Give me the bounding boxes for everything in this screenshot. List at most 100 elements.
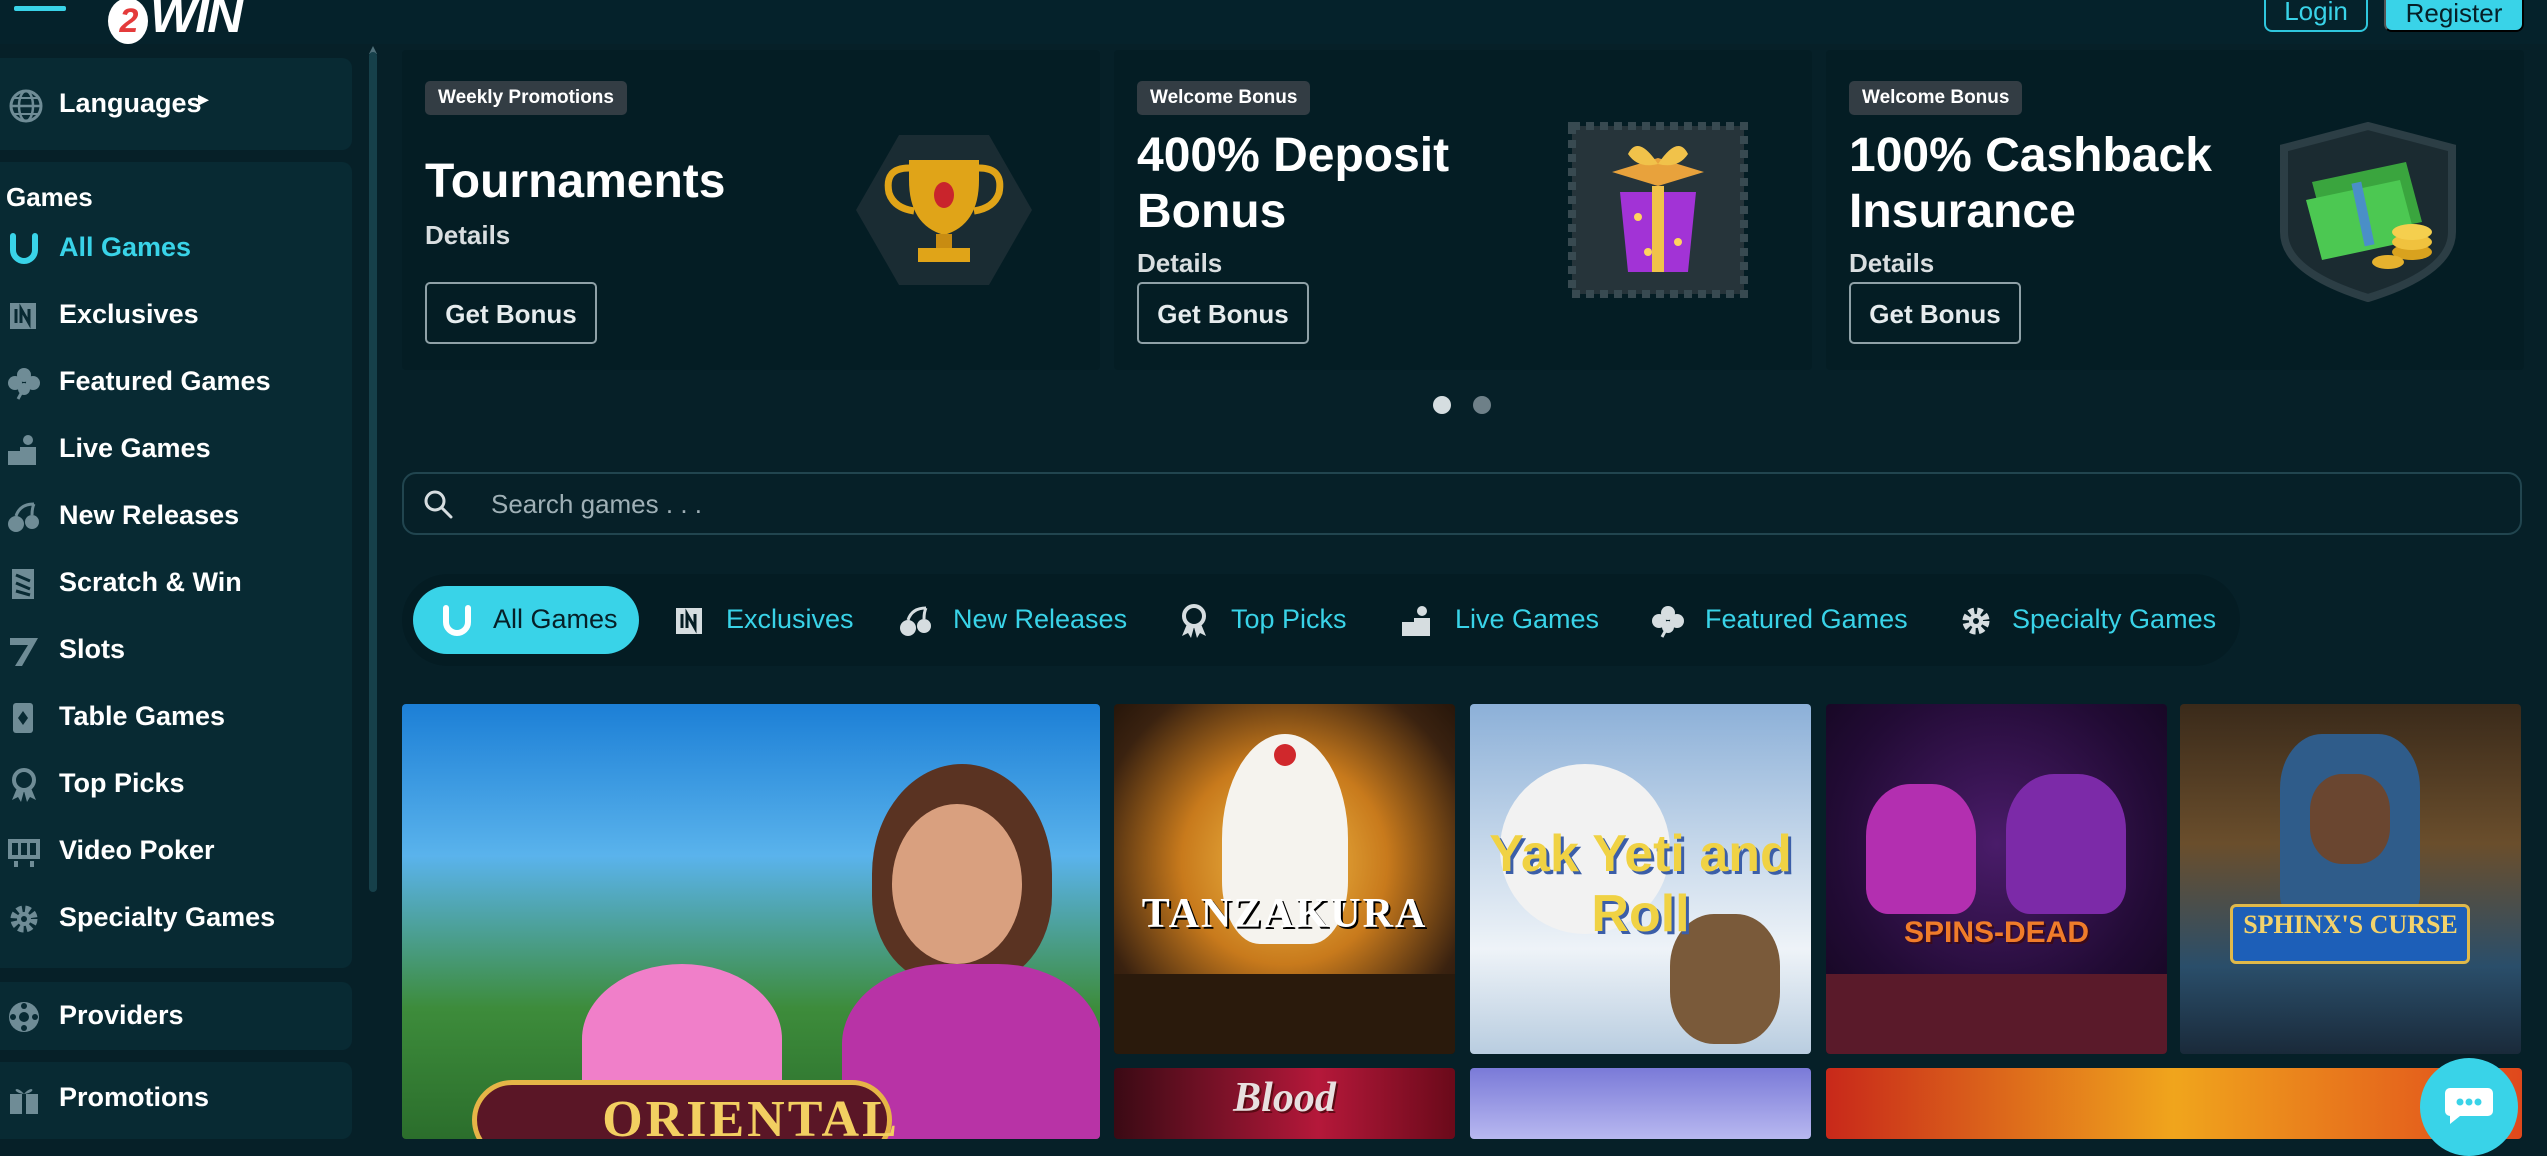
tab-featured-games[interactable]: Featured Games: [1650, 586, 1910, 654]
games-menu: Games All Games Exclusives Featured Game…: [0, 162, 352, 968]
game-tile-tanzakura[interactable]: TANZAKURA: [1114, 704, 1455, 1054]
sidebar-scrollbar[interactable]: [369, 52, 377, 892]
award-ribbon-icon: [1182, 604, 1206, 638]
clover-icon: [8, 368, 40, 400]
promotions-label: Promotions: [59, 1082, 210, 1112]
tab-all-games[interactable]: All Games: [413, 586, 639, 654]
sidebar-item-label: Video Poker: [59, 835, 215, 865]
tab-live-games[interactable]: Live Games: [1400, 586, 1600, 654]
horseshoe-icon: [10, 233, 38, 264]
top-bar: 2 WIN Login Register: [0, 0, 2547, 44]
tab-label: Exclusives: [726, 604, 854, 634]
caret-right-icon: ▸: [198, 86, 210, 111]
get-bonus-button[interactable]: Get Bonus: [1137, 282, 1309, 344]
get-bonus-button[interactable]: Get Bonus: [425, 282, 597, 344]
trophy-icon: [856, 135, 1032, 285]
promo-title: Tournaments: [425, 155, 726, 208]
sidebar-item-table-games[interactable]: Table Games: [0, 695, 352, 739]
category-tabs: All Games Exclusives New Releases Top Pi…: [402, 574, 2240, 666]
game-tile-oriental[interactable]: ORIENTAL: [402, 704, 1100, 1139]
tab-top-picks[interactable]: Top Picks: [1176, 586, 1356, 654]
providers-label: Providers: [59, 1000, 184, 1030]
sidebar-item-slots[interactable]: Slots: [0, 628, 352, 672]
game-tile-sphinxs-curse[interactable]: SPHINX'S CURSE: [2180, 704, 2521, 1054]
register-button[interactable]: Register: [2384, 0, 2524, 32]
gift-icon: [10, 1089, 38, 1114]
tab-label: Live Games: [1455, 604, 1600, 634]
login-button[interactable]: Login: [2264, 0, 2368, 32]
exclusive-icon: [676, 608, 702, 634]
carousel-dot-1[interactable]: [1433, 396, 1451, 414]
sidebar-item-featured-games[interactable]: Featured Games: [0, 360, 352, 404]
sidebar-item-label: Slots: [59, 634, 126, 664]
cherries-icon: [900, 606, 931, 636]
game-tile-yak-yeti-and-roll[interactable]: Yak Yeti and Roll: [1470, 704, 1811, 1054]
sidebar-item-new-releases[interactable]: New Releases: [0, 494, 352, 538]
exclusive-icon: [10, 303, 36, 329]
sidebar-item-exclusives[interactable]: Exclusives: [0, 293, 352, 337]
sidebar: Languages ▸ Games All Games Exclusives F…: [0, 44, 355, 1139]
get-bonus-button[interactable]: Get Bonus: [1849, 282, 2021, 344]
tab-label: Top Picks: [1231, 604, 1347, 634]
search-bar: [402, 472, 2522, 535]
site-logo[interactable]: 2 WIN: [108, 0, 243, 44]
sidebar-item-video-poker[interactable]: Video Poker: [0, 829, 352, 873]
award-ribbon-icon: [12, 768, 36, 802]
game-tile-spins-dead[interactable]: SPINS-DEAD: [1826, 704, 2167, 1054]
sidebar-item-live-games[interactable]: Live Games: [0, 427, 352, 471]
game-title: TANZAKURA: [1141, 891, 1428, 937]
gift-box-icon: [1568, 122, 1748, 298]
sidebar-item-label: Specialty Games: [59, 902, 276, 932]
sidebar-item-label: Top Picks: [59, 768, 185, 798]
game-tile-blood[interactable]: Blood: [1114, 1068, 1455, 1139]
promo-details-link[interactable]: Details: [425, 220, 510, 251]
sidebar-item-specialty-games[interactable]: Specialty Games: [0, 896, 352, 940]
chat-button[interactable]: [2420, 1058, 2518, 1156]
promo-details-link[interactable]: Details: [1849, 248, 1934, 279]
sidebar-item-label: Featured Games: [59, 366, 271, 396]
promo-card-cashback-insurance: Welcome Bonus 100% Cashback Insurance De…: [1826, 50, 2524, 370]
seven-icon: [10, 638, 38, 666]
game-title: Blood: [1233, 1075, 1336, 1121]
globe-icon: [9, 89, 43, 123]
tab-exclusives[interactable]: Exclusives: [664, 586, 864, 654]
chat-bubble-icon: [2445, 1088, 2493, 1124]
horseshoe-icon: [443, 605, 471, 636]
sidebar-item-all-games[interactable]: All Games: [0, 226, 352, 270]
providers-chip-icon: [9, 1002, 39, 1032]
sidebar-item-providers[interactable]: Providers: [0, 994, 352, 1038]
cards-icon: [13, 703, 33, 733]
scratch-card-icon: [12, 569, 34, 599]
search-icon: [424, 490, 453, 519]
promotions-menu[interactable]: Promotions: [0, 1062, 352, 1139]
promo-title: 400% Deposit Bonus: [1137, 129, 1450, 238]
sidebar-item-top-picks[interactable]: Top Picks: [0, 762, 352, 806]
sidebar-item-label: Table Games: [59, 701, 226, 731]
promo-badge: Weekly Promotions: [425, 81, 627, 115]
tab-specialty-games[interactable]: Specialty Games: [1958, 586, 2228, 654]
tab-label: Featured Games: [1705, 604, 1908, 634]
sidebar-item-promotions[interactable]: Promotions: [0, 1076, 352, 1120]
promo-badge: Welcome Bonus: [1137, 81, 1311, 115]
promo-details-link[interactable]: Details: [1137, 248, 1222, 279]
gear-icon: [10, 905, 38, 933]
tab-label: All Games: [493, 604, 618, 634]
providers-menu[interactable]: Providers: [0, 982, 352, 1050]
tab-new-releases[interactable]: New Releases: [898, 586, 1138, 654]
promo-card-deposit-bonus: Welcome Bonus 400% Deposit Bonus Details…: [1114, 50, 1812, 370]
sidebar-item-label: Exclusives: [59, 299, 199, 329]
game-title: Yak Yeti and Roll: [1489, 825, 1792, 943]
game-tile-snow[interactable]: [1470, 1068, 1811, 1139]
languages-menu[interactable]: Languages ▸: [0, 58, 352, 150]
search-input[interactable]: [489, 482, 2389, 526]
hamburger-menu-icon[interactable]: [14, 0, 66, 22]
clover-icon: [1652, 606, 1684, 638]
game-tile-fire[interactable]: [1826, 1068, 2522, 1139]
carousel-dot-2[interactable]: [1473, 396, 1491, 414]
promo-badge: Welcome Bonus: [1849, 81, 2023, 115]
video-poker-icon: [8, 839, 40, 867]
sidebar-item-scratch-win[interactable]: Scratch & Win: [0, 561, 352, 605]
sidebar-item-label: All Games: [59, 232, 192, 262]
game-title: SPINS-DEAD: [1903, 916, 2090, 949]
promo-card-tournaments: Weekly Promotions Tournaments Details Ge…: [402, 50, 1100, 370]
